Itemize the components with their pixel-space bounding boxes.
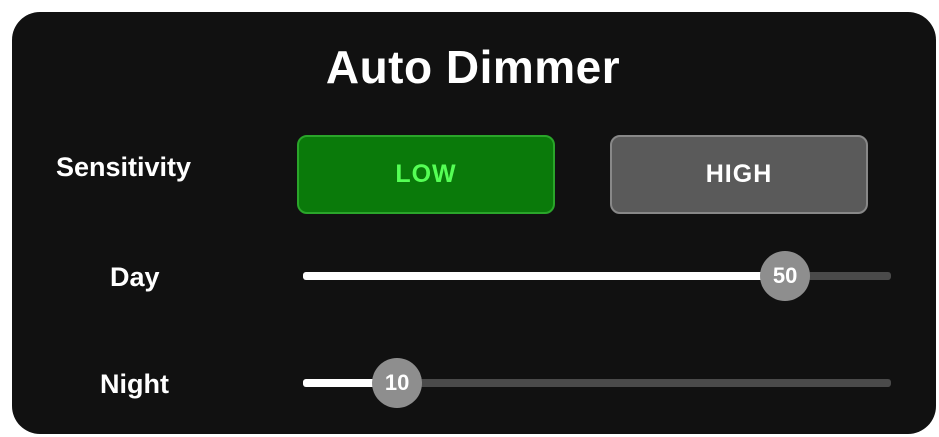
sensitivity-label: Sensitivity (56, 152, 192, 182)
page-title: Auto Dimmer (325, 41, 621, 93)
sensitivity-high-button[interactable]: HIGH (610, 135, 868, 214)
day-label: Day (110, 262, 160, 292)
night-label: Night (100, 369, 169, 399)
day-slider[interactable]: 50 (303, 251, 891, 301)
night-slider[interactable]: 10 (303, 358, 891, 408)
day-slider-thumb[interactable]: 50 (760, 251, 811, 301)
night-slider-thumb[interactable]: 10 (372, 358, 423, 408)
sensitivity-low-button[interactable]: LOW (297, 135, 555, 214)
day-slider-fill (303, 272, 786, 280)
